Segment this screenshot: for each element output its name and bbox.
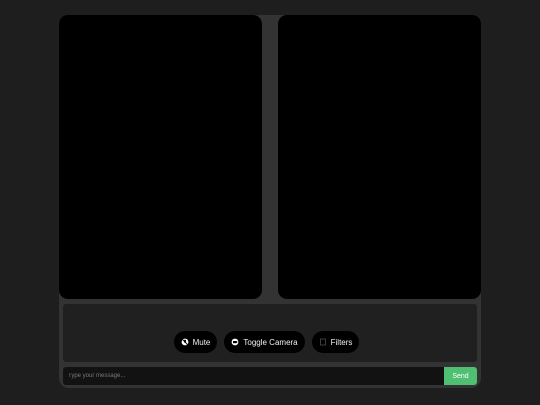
local-video xyxy=(59,15,262,299)
filters-icon xyxy=(319,338,327,346)
chat-row: Send xyxy=(63,367,477,385)
microphone-off-icon xyxy=(181,338,189,346)
filters-button[interactable]: Filters xyxy=(311,331,360,353)
remote-video xyxy=(278,15,481,299)
message-input[interactable] xyxy=(63,367,444,385)
mute-label: Mute xyxy=(192,337,211,347)
send-button[interactable]: Send xyxy=(444,367,477,385)
camera-icon xyxy=(231,338,239,346)
video-call-container: Mute Toggle Camera Filters Type your mes… xyxy=(59,15,481,388)
controls-panel: Mute Toggle Camera Filters xyxy=(63,304,477,362)
toggle-camera-label: Toggle Camera xyxy=(243,337,298,347)
control-buttons: Mute Toggle Camera Filters xyxy=(63,331,477,353)
filters-label: Filters xyxy=(330,337,353,347)
mute-button[interactable]: Mute xyxy=(173,331,218,353)
toggle-camera-button[interactable]: Toggle Camera xyxy=(224,331,305,353)
